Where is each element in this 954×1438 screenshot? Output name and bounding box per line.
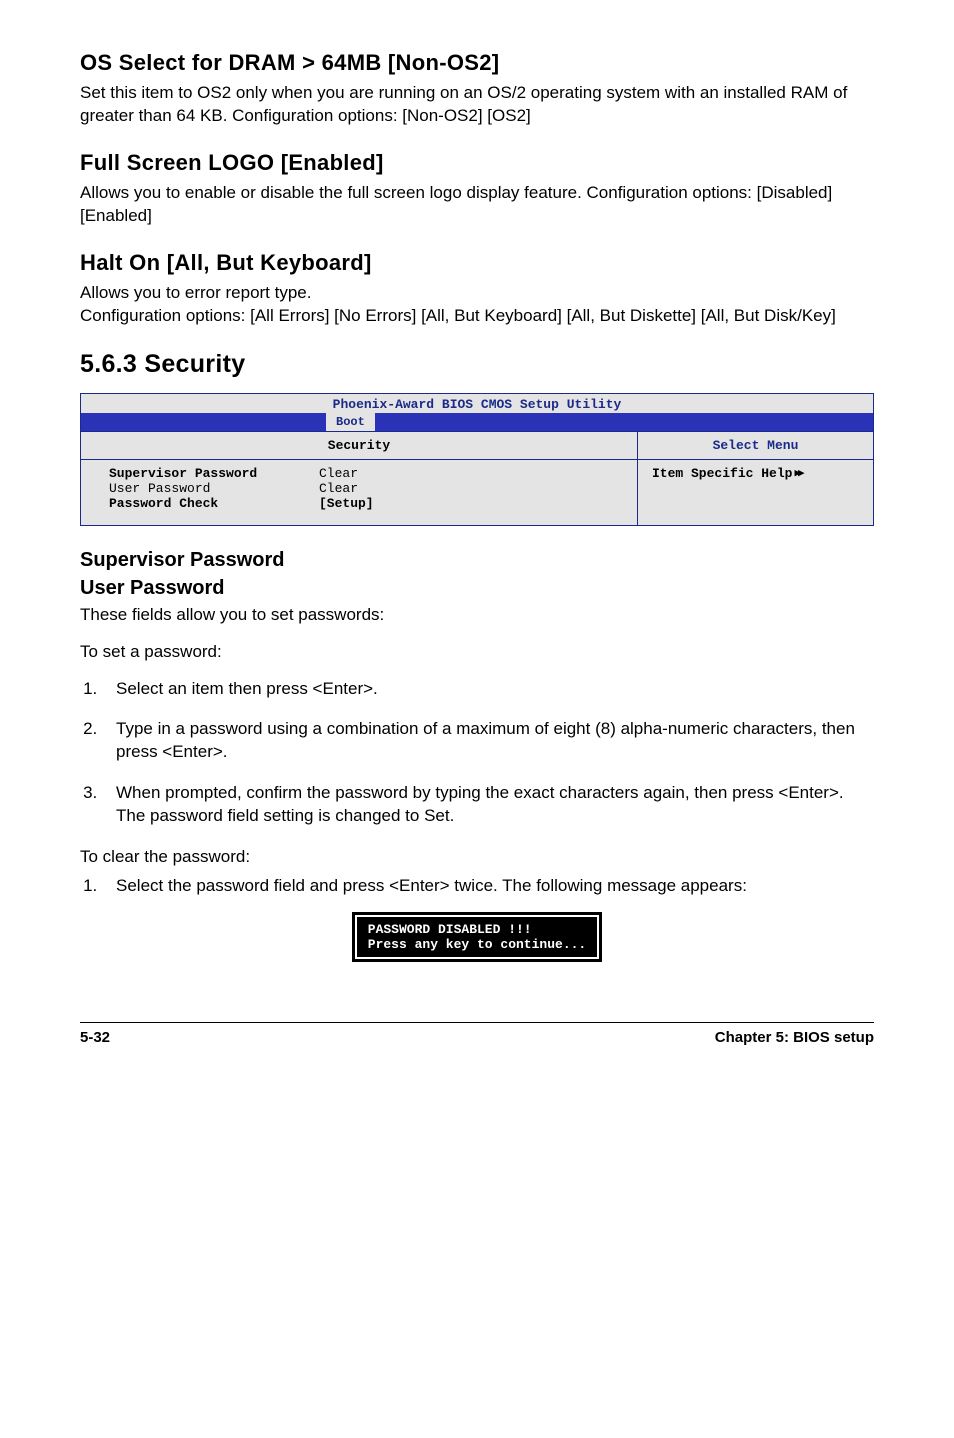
- bios-left-title: Security: [81, 432, 637, 460]
- list-item: Type in a password using a combination o…: [102, 718, 874, 764]
- bios-row-label[interactable]: Supervisor Password: [109, 466, 319, 481]
- bios-settings-list: Supervisor Password Clear User Password …: [81, 460, 637, 525]
- heading-supervisor-password: Supervisor Password: [80, 548, 874, 572]
- bios-row-value: Clear: [319, 466, 623, 481]
- bios-right-title: Select Menu: [638, 432, 873, 460]
- heading-full-screen-logo: Full Screen LOGO [Enabled]: [80, 150, 874, 176]
- paragraph: To clear the password:: [80, 846, 874, 869]
- bios-help-text: Item Specific Help: [652, 466, 792, 481]
- chapter-label: Chapter 5: BIOS setup: [715, 1029, 874, 1046]
- paragraph: Set this item to OS2 only when you are r…: [80, 82, 874, 128]
- arrow-right-icon: ▶▶: [794, 466, 801, 480]
- paragraph: Configuration options: [All Errors] [No …: [80, 305, 874, 328]
- bios-tab-bar: Boot: [81, 413, 873, 431]
- bios-utility-title: Phoenix-Award BIOS CMOS Setup Utility: [81, 394, 873, 413]
- list-item: Select an item then press <Enter>.: [102, 678, 874, 701]
- bios-row-label[interactable]: Password Check: [109, 496, 319, 511]
- list-item: When prompted, confirm the password by t…: [102, 782, 874, 828]
- paragraph: These fields allow you to set passwords:: [80, 604, 874, 627]
- paragraph: To set a password:: [80, 641, 874, 664]
- ordered-list-clear-password: Select the password field and press <Ent…: [102, 875, 874, 898]
- footer-divider: [80, 1022, 874, 1023]
- heading-halt-on: Halt On [All, But Keyboard]: [80, 250, 874, 276]
- bios-tab-boot[interactable]: Boot: [326, 413, 375, 431]
- heading-security-section: 5.6.3 Security: [80, 350, 874, 379]
- list-item: Select the password field and press <Ent…: [102, 875, 874, 898]
- heading-user-password: User Password: [80, 576, 874, 600]
- bios-panel: Phoenix-Award BIOS CMOS Setup Utility Bo…: [80, 393, 874, 526]
- bios-row-value: [Setup]: [319, 496, 623, 511]
- paragraph: Allows you to enable or disable the full…: [80, 182, 874, 228]
- message-box: PASSWORD DISABLED !!! Press any key to c…: [352, 912, 602, 962]
- bios-row-value: Clear: [319, 481, 623, 496]
- bios-row-label[interactable]: User Password: [109, 481, 319, 496]
- heading-os-select: OS Select for DRAM > 64MB [Non-OS2]: [80, 50, 874, 76]
- message-box-text: PASSWORD DISABLED !!! Press any key to c…: [357, 917, 597, 957]
- paragraph: Allows you to error report type.: [80, 282, 874, 305]
- ordered-list-set-password: Select an item then press <Enter>. Type …: [102, 678, 874, 829]
- page-number: 5-32: [80, 1029, 110, 1046]
